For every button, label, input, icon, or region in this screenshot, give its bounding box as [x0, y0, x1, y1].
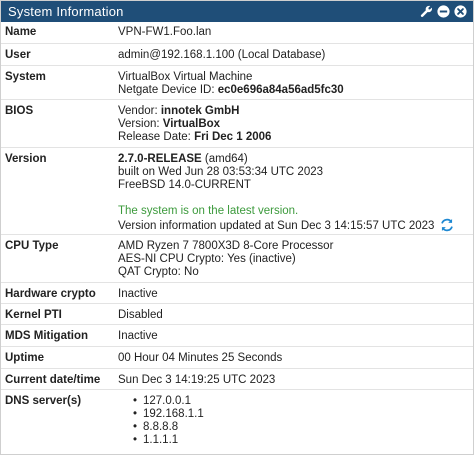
- row-label: MDS Mitigation: [1, 324, 115, 347]
- wrench-icon[interactable]: [419, 5, 433, 19]
- row-uptime: Uptime 00 Hour 04 Minutes 25 Seconds: [1, 346, 473, 369]
- mds-mitigation-value: Inactive: [115, 324, 473, 347]
- version-release-line: 2.7.0-RELEASE (amd64): [118, 153, 473, 166]
- row-label: System: [1, 65, 115, 100]
- version-value: 2.7.0-RELEASE (amd64) built on Wed Jun 2…: [115, 147, 473, 235]
- minimize-icon[interactable]: [436, 5, 450, 19]
- panel-header-icons: [419, 5, 467, 19]
- device-id: ec0e696a84a56ad5fc30: [217, 83, 344, 96]
- row-current-datetime: Current date/time Sun Dec 3 14:19:25 UTC…: [1, 368, 473, 390]
- row-label: Kernel PTI: [1, 303, 115, 325]
- cpu-aesni: AES-NI CPU Crypto: Yes (inactive): [118, 252, 296, 265]
- row-label: CPU Type: [1, 234, 115, 283]
- row-label: Current date/time: [1, 368, 115, 390]
- row-kernel-pti: Kernel PTI Disabled: [1, 303, 473, 325]
- row-hardware-crypto: Hardware crypto Inactive: [1, 282, 473, 304]
- panel-title: System Information: [8, 4, 124, 19]
- row-label: Hardware crypto: [1, 282, 115, 304]
- row-label: Uptime: [1, 346, 115, 369]
- dns-server-item: 1.1.1.1: [133, 434, 473, 447]
- bios-vendor-prefix: Vendor:: [118, 104, 161, 117]
- cpu-model: AMD Ryzen 7 7800X3D 8-Core Processor: [118, 239, 334, 252]
- row-version: Version 2.7.0-RELEASE (amd64) built on W…: [1, 147, 473, 235]
- row-label: DNS server(s): [5, 394, 82, 407]
- row-label: BIOS: [1, 99, 115, 148]
- version-built: built on Wed Jun 28 03:53:34 UTC 2023: [118, 165, 324, 178]
- row-dns-servers: DNS server(s) 127.0.0.1 192.168.1.1 8.8.…: [1, 389, 473, 451]
- bios-version-value: VirtualBox: [162, 117, 221, 130]
- version-release: 2.7.0-RELEASE: [118, 152, 202, 165]
- dns-servers-value: 127.0.0.1 192.168.1.1 8.8.8.8 1.1.1.1: [115, 389, 473, 451]
- cpu-value: AMD Ryzen 7 7800X3D 8-Core Processor AES…: [115, 234, 473, 283]
- row-cpu: CPU Type AMD Ryzen 7 7800X3D 8-Core Proc…: [1, 234, 473, 283]
- user-value: admin@192.168.1.100 (Local Database): [115, 43, 473, 66]
- bios-release-value: Fri Dec 1 2006: [194, 130, 272, 143]
- cpu-qat: QAT Crypto: No: [118, 265, 199, 278]
- refresh-icon[interactable]: [440, 218, 454, 232]
- netgate-device-id-line: Netgate Device ID: ec0e696a84a56ad5fc30: [118, 84, 473, 97]
- system-platform: VirtualBox Virtual Machine: [118, 70, 253, 83]
- row-label: Version: [1, 147, 115, 235]
- version-os: FreeBSD 14.0-CURRENT: [118, 178, 251, 191]
- hostname-value: VPN-FW1.Foo.lan: [115, 22, 473, 44]
- version-status: The system is on the latest version.: [118, 204, 299, 217]
- row-user: User admin@192.168.1.100 (Local Database…: [1, 43, 473, 66]
- system-value: VirtualBox Virtual Machine Netgate Devic…: [115, 65, 473, 100]
- bios-release-prefix: Release Date:: [118, 130, 195, 143]
- row-label: Name: [1, 22, 115, 44]
- version-arch: (amd64): [201, 152, 248, 165]
- device-id-prefix: Netgate Device ID:: [118, 83, 218, 96]
- row-mds-mitigation: MDS Mitigation Inactive: [1, 324, 473, 347]
- dns-server-item: 127.0.0.1: [133, 395, 473, 408]
- bios-version: Version: VirtualBox: [118, 118, 473, 131]
- hardware-crypto-value: Inactive: [115, 282, 473, 304]
- kernel-pti-value: Disabled: [115, 303, 473, 325]
- bios-version-prefix: Version:: [118, 117, 163, 130]
- system-info-table: Name VPN-FW1.Foo.lan User admin@192.168.…: [1, 22, 473, 451]
- bios-release-date: Release Date: Fri Dec 1 2006: [118, 131, 473, 144]
- row-label: User: [1, 43, 115, 66]
- row-bios: BIOS Vendor: innotek GmbH Version: Virtu…: [1, 99, 473, 148]
- panel-header: System Information: [1, 1, 473, 22]
- bios-vendor-value: innotek GmbH: [160, 104, 240, 117]
- dns-server-item: 192.168.1.1: [133, 408, 473, 421]
- bios-vendor: Vendor: innotek GmbH: [118, 105, 473, 118]
- version-updated: Version information updated at Sun Dec 3…: [118, 219, 435, 232]
- current-datetime-value: Sun Dec 3 14:19:25 UTC 2023: [115, 368, 473, 390]
- close-icon[interactable]: [453, 5, 467, 19]
- version-updated-line: Version information updated at Sun Dec 3…: [118, 218, 473, 233]
- row-name: Name VPN-FW1.Foo.lan: [1, 22, 473, 44]
- uptime-value: 00 Hour 04 Minutes 25 Seconds: [115, 346, 473, 369]
- system-information-panel: System Information Name VPN-FW1.Foo.lan …: [0, 0, 474, 455]
- row-system: System VirtualBox Virtual Machine Netgat…: [1, 65, 473, 100]
- dns-server-list: 127.0.0.1 192.168.1.1 8.8.8.8 1.1.1.1: [118, 395, 473, 447]
- dns-server-item: 8.8.8.8: [133, 421, 473, 434]
- bios-value: Vendor: innotek GmbH Version: VirtualBox…: [115, 99, 473, 148]
